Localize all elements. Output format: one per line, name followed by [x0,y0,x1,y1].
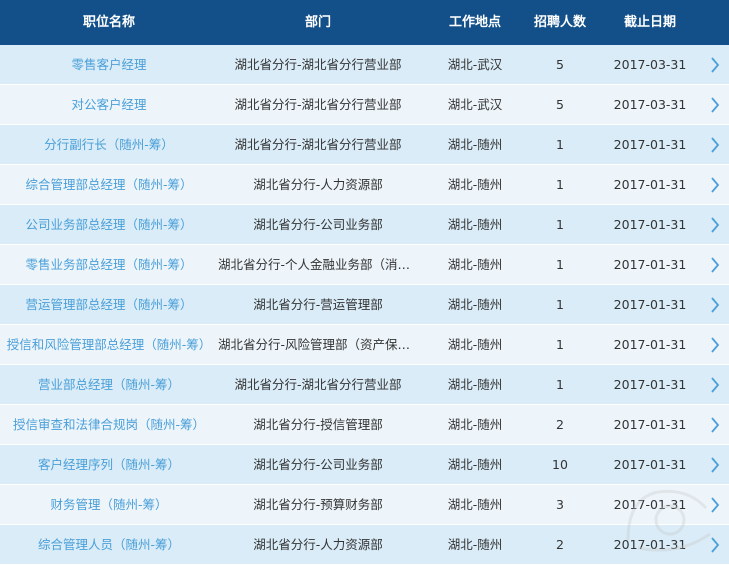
chevron-right-icon[interactable] [700,205,729,244]
chevron-right-icon[interactable] [700,285,729,324]
job-title-link[interactable]: 公司业务部总经理（随州-筹） [0,205,218,244]
location-cell: 湖北-随州 [447,377,503,392]
table-row[interactable]: 财务管理（随州-筹） 湖北省分行-预算财务部 湖北-随州 3 2017-01-3… [0,485,729,525]
deadline-cell: 2017-01-31 [613,337,687,352]
department-cell: 湖北省分行-个人金融业务部（消费... [218,257,418,272]
header-deadline: 截止日期 [623,15,676,30]
job-title-link[interactable]: 营运管理部总经理（随州-筹） [0,285,218,324]
count-cell: 2 [556,537,564,552]
deadline-cell: 2017-01-31 [613,537,687,552]
location-cell: 湖北-武汉 [447,57,503,72]
count-cell: 1 [556,177,564,192]
table-row[interactable]: 客户经理序列（随州-筹） 湖北省分行-公司业务部 湖北-随州 10 2017-0… [0,445,729,485]
job-title-link[interactable]: 客户经理序列（随州-筹） [0,445,218,484]
location-cell: 湖北-随州 [447,137,503,152]
location-cell: 湖北-随州 [447,257,503,272]
deadline-cell: 2017-01-31 [613,377,687,392]
job-title-link[interactable]: 综合管理人员（随州-筹） [0,525,218,564]
table-row[interactable]: 授信审查和法律合规岗（随州-筹） 湖北省分行-授信管理部 湖北-随州 2 201… [0,405,729,445]
location-cell: 湖北-随州 [447,497,503,512]
chevron-right-icon[interactable] [700,85,729,124]
department-cell: 湖北省分行-人力资源部 [253,177,383,192]
count-cell: 3 [556,497,564,512]
department-cell: 湖北省分行-营运管理部 [253,297,383,312]
location-cell: 湖北-武汉 [447,97,503,112]
location-cell: 湖北-随州 [447,417,503,432]
department-cell: 湖北省分行-湖北省分行营业部 [234,377,402,392]
department-cell: 湖北省分行-授信管理部 [253,417,383,432]
location-cell: 湖北-随州 [447,217,503,232]
job-title-link[interactable]: 零售客户经理 [0,45,218,84]
table-row[interactable]: 公司业务部总经理（随州-筹） 湖北省分行-公司业务部 湖北-随州 1 2017-… [0,205,729,245]
header-title: 职位名称 [82,15,135,30]
department-cell: 湖北省分行-人力资源部 [253,537,383,552]
job-title-link[interactable]: 授信和风险管理部总经理（随州-筹） [0,325,218,364]
department-cell: 湖北省分行-公司业务部 [253,457,383,472]
deadline-cell: 2017-03-31 [613,97,687,112]
deadline-cell: 2017-01-31 [613,457,687,472]
department-cell: 湖北省分行-湖北省分行营业部 [234,97,402,112]
count-cell: 5 [556,97,564,112]
table-row[interactable]: 授信和风险管理部总经理（随州-筹） 湖北省分行-风险管理部（资产保全... 湖北… [0,325,729,365]
department-cell: 湖北省分行-湖北省分行营业部 [234,137,402,152]
job-title-link[interactable]: 综合管理部总经理（随州-筹） [0,165,218,204]
chevron-right-icon[interactable] [700,405,729,444]
table-header: 职位名称 部门 工作地点 招聘人数 截止日期 [0,0,729,45]
count-cell: 5 [556,57,564,72]
deadline-cell: 2017-01-31 [613,137,687,152]
location-cell: 湖北-随州 [447,297,503,312]
chevron-right-icon[interactable] [700,125,729,164]
table-row[interactable]: 零售业务部总经理（随州-筹） 湖北省分行-个人金融业务部（消费... 湖北-随州… [0,245,729,285]
header-dept: 部门 [304,15,331,30]
count-cell: 10 [552,457,568,472]
deadline-cell: 2017-01-31 [613,497,687,512]
department-cell: 湖北省分行-预算财务部 [253,497,383,512]
table-row[interactable]: 综合管理人员（随州-筹） 湖北省分行-人力资源部 湖北-随州 2 2017-01… [0,525,729,565]
table-row[interactable]: 分行副行长（随州-筹） 湖北省分行-湖北省分行营业部 湖北-随州 1 2017-… [0,125,729,165]
deadline-cell: 2017-01-31 [613,177,687,192]
department-cell: 湖北省分行-风险管理部（资产保全... [218,337,418,352]
table-row[interactable]: 零售客户经理 湖北省分行-湖北省分行营业部 湖北-武汉 5 2017-03-31 [0,45,729,85]
count-cell: 1 [556,337,564,352]
job-title-link[interactable]: 对公客户经理 [0,85,218,124]
count-cell: 1 [556,377,564,392]
table-row[interactable]: 综合管理部总经理（随州-筹） 湖北省分行-人力资源部 湖北-随州 1 2017-… [0,165,729,205]
table-row[interactable]: 营运管理部总经理（随州-筹） 湖北省分行-营运管理部 湖北-随州 1 2017-… [0,285,729,325]
deadline-cell: 2017-03-31 [613,57,687,72]
job-table-body: 零售客户经理 湖北省分行-湖北省分行营业部 湖北-武汉 5 2017-03-31… [0,45,729,565]
count-cell: 1 [556,137,564,152]
chevron-right-icon[interactable] [700,445,729,484]
header-count: 招聘人数 [533,15,586,30]
table-row[interactable]: 营业部总经理（随州-筹） 湖北省分行-湖北省分行营业部 湖北-随州 1 2017… [0,365,729,405]
job-title-link[interactable]: 营业部总经理（随州-筹） [0,365,218,404]
chevron-right-icon[interactable] [700,45,729,84]
deadline-cell: 2017-01-31 [613,257,687,272]
job-title-link[interactable]: 零售业务部总经理（随州-筹） [0,245,218,284]
deadline-cell: 2017-01-31 [613,217,687,232]
count-cell: 1 [556,217,564,232]
location-cell: 湖北-随州 [447,337,503,352]
count-cell: 2 [556,417,564,432]
job-title-link[interactable]: 财务管理（随州-筹） [0,485,218,524]
count-cell: 1 [556,257,564,272]
department-cell: 湖北省分行-湖北省分行营业部 [234,57,402,72]
job-title-link[interactable]: 分行副行长（随州-筹） [0,125,218,164]
location-cell: 湖北-随州 [447,177,503,192]
chevron-right-icon[interactable] [700,485,729,524]
location-cell: 湖北-随州 [447,537,503,552]
location-cell: 湖北-随州 [447,457,503,472]
deadline-cell: 2017-01-31 [613,297,687,312]
chevron-right-icon[interactable] [700,525,729,564]
department-cell: 湖北省分行-公司业务部 [253,217,383,232]
header-location: 工作地点 [448,15,501,30]
chevron-right-icon[interactable] [700,245,729,284]
count-cell: 1 [556,297,564,312]
deadline-cell: 2017-01-31 [613,417,687,432]
chevron-right-icon[interactable] [700,165,729,204]
table-row[interactable]: 对公客户经理 湖北省分行-湖北省分行营业部 湖北-武汉 5 2017-03-31 [0,85,729,125]
chevron-right-icon[interactable] [700,325,729,364]
chevron-right-icon[interactable] [700,365,729,404]
job-title-link[interactable]: 授信审查和法律合规岗（随州-筹） [0,405,218,444]
